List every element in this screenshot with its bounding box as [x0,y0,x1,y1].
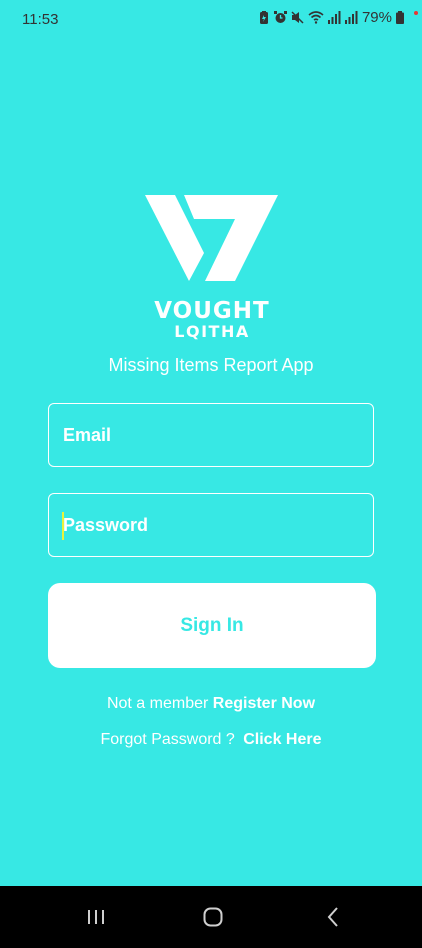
mute-icon [291,11,304,24]
app-logo: VOUGHT LQITHA [142,195,282,343]
signal-icon-2 [344,11,358,24]
wifi-icon [308,11,324,24]
sign-in-button[interactable]: Sign In [48,583,376,668]
signal-icon [327,11,341,24]
alarm-icon [273,11,287,24]
logo-wordmark: VOUGHT [154,298,270,324]
back-icon[interactable] [318,904,348,930]
battery-percent: 79% [361,9,392,26]
register-row: Not a member Register Now [0,695,422,713]
forgot-password-link[interactable]: Click Here [243,731,321,748]
logo-subwordmark: LQITHA [174,322,250,341]
battery-saver-icon [258,10,270,25]
home-icon[interactable] [198,904,228,930]
battery-icon [396,11,404,24]
register-link[interactable]: Register Now [213,695,315,712]
password-field[interactable] [48,493,374,557]
app-subtitle: Missing Items Report App [108,355,314,375]
forgot-password-row: Forgot Password ? Click Here [0,731,422,749]
status-icons: 79% [258,9,404,26]
password-input[interactable] [49,494,373,556]
notification-dot [414,11,418,15]
forgot-password-prompt: Forgot Password ? [100,731,235,748]
status-time: 11:53 [22,11,59,28]
logo-mark-icon [145,195,278,281]
status-bar: 11:53 79% [0,0,422,40]
recent-apps-icon[interactable] [81,904,111,930]
email-field[interactable] [48,403,374,467]
email-input[interactable] [49,404,373,466]
navigation-bar [0,886,422,948]
text-cursor [62,512,64,540]
register-prompt: Not a member [106,695,209,712]
